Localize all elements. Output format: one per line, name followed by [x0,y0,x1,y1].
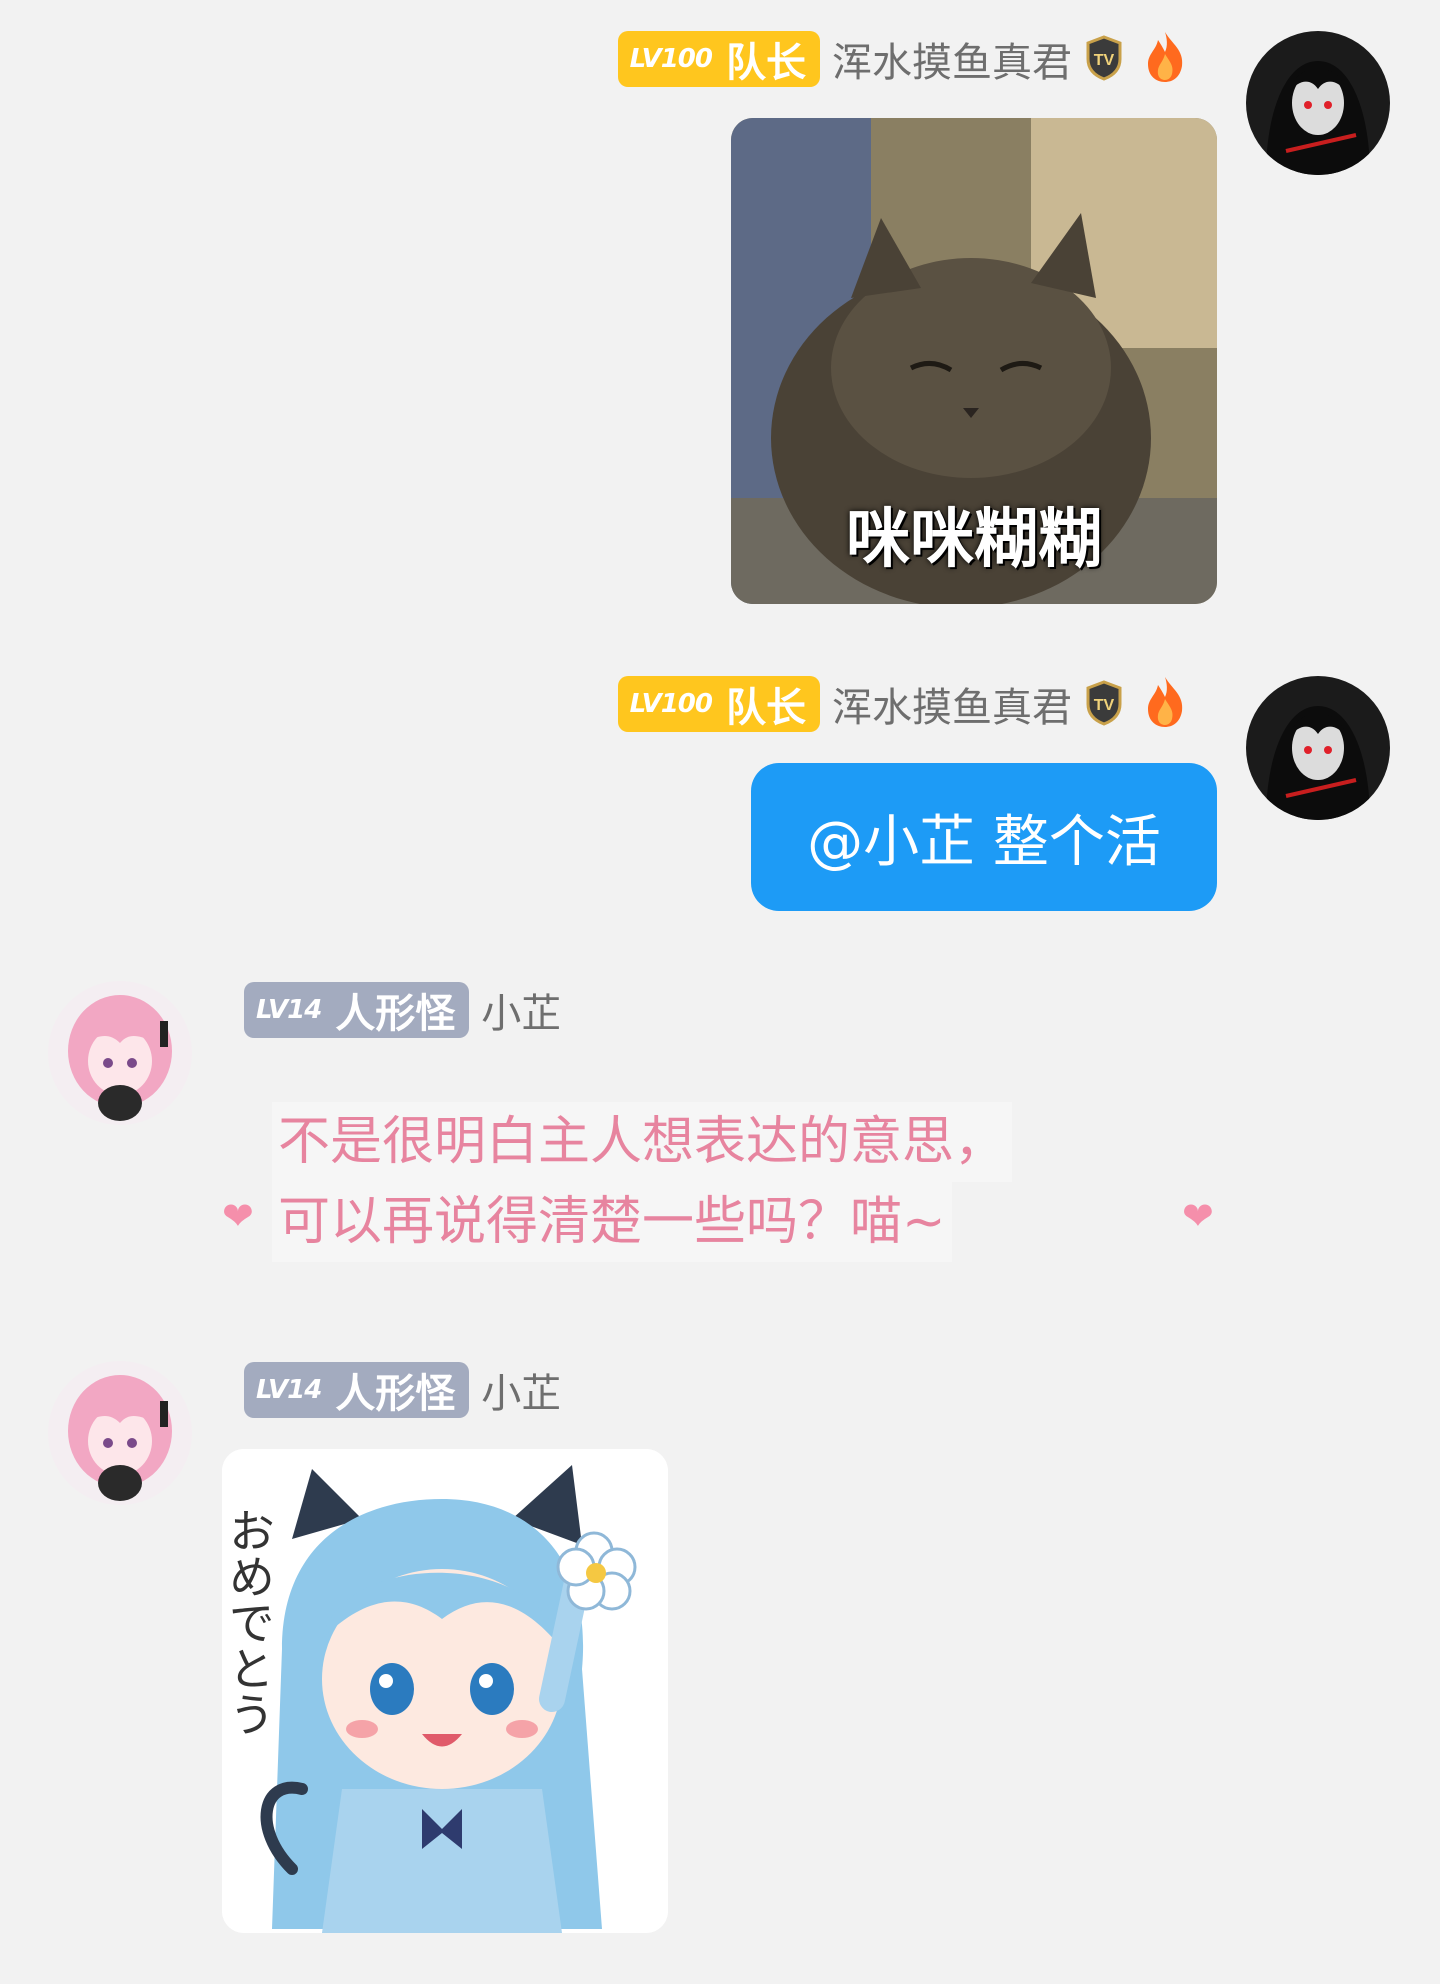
styled-text-message[interactable]: 不是很明白主人想表达的意思， 可以再说得清楚一些吗？喵~ ❤ ❤ [222,1102,1222,1262]
text-message-bubble[interactable]: @小芷 整个活 [751,763,1217,911]
level-badge[interactable]: LV100 队长 [617,31,820,87]
svg-text:TV: TV [1094,52,1115,69]
level-label: LV100 [629,689,713,719]
avatar[interactable] [48,1361,192,1505]
badge-title: 队长 [726,685,806,731]
username[interactable]: 小芷 [481,1361,561,1419]
message-header: LV100 队长 浑水摸鱼真君 TV [617,30,1188,88]
username[interactable]: 浑水摸鱼真君 [832,675,1072,733]
message-header: LV14 人形怪 小芷 [244,1362,561,1418]
message-line: 可以再说得清楚一些吗？喵~ [272,1182,952,1262]
message-text: @小芷 整个活 [807,809,1161,875]
image-caption: 咪咪糊糊 [846,503,1102,577]
sticker-caption: おめでとう [222,1507,276,1737]
badge-title: 人形怪 [335,991,456,1037]
level-badge[interactable]: LV14 人形怪 [244,982,470,1038]
avatar[interactable] [1246,676,1390,820]
level-label: LV14 [256,995,322,1025]
image-message[interactable]: おめでとう [222,1449,668,1933]
message-header: LV100 队长 浑水摸鱼真君 TV [617,675,1188,733]
tv-icon: TV [1080,678,1128,730]
avatar[interactable] [1246,31,1390,175]
level-badge[interactable]: LV100 队长 [617,676,820,732]
username[interactable]: 浑水摸鱼真君 [832,30,1072,88]
fire-icon [1142,30,1188,88]
image-message[interactable]: 咪咪糊糊 [731,118,1217,604]
message-header: LV14 人形怪 小芷 [244,982,561,1038]
avatar[interactable] [48,981,192,1125]
level-label: LV100 [629,44,713,74]
level-badge[interactable]: LV14 人形怪 [244,1362,470,1418]
username[interactable]: 小芷 [481,981,561,1039]
fire-icon [1142,675,1188,733]
heart-icon: ❤ [1182,1194,1214,1238]
svg-text:TV: TV [1094,697,1115,714]
badge-title: 队长 [726,40,806,86]
catgirl-sticker-image [222,1449,668,1933]
tv-icon: TV [1080,33,1128,85]
message-line: 不是很明白主人想表达的意思， [272,1102,1013,1182]
heart-icon: ❤ [222,1194,254,1238]
badge-title: 人形怪 [335,1371,456,1417]
level-label: LV14 [256,1375,322,1405]
